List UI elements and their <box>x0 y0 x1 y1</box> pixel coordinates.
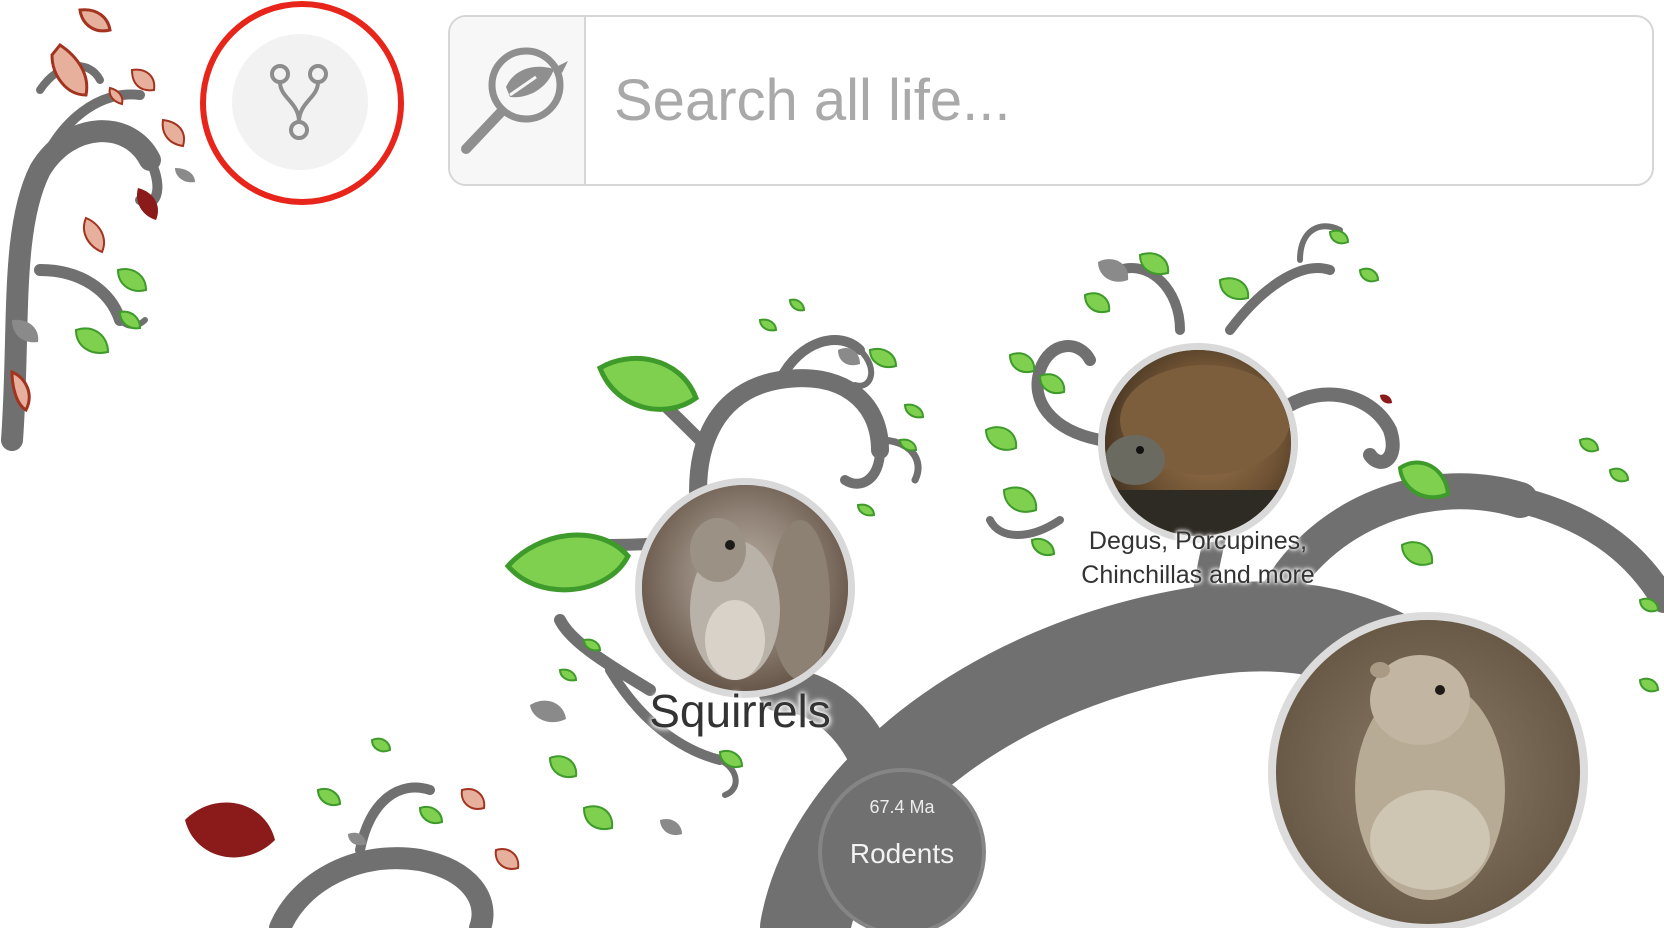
degus-node[interactable] <box>1098 343 1300 550</box>
left-tree-fragment <box>1 62 163 451</box>
search-bar[interactable] <box>448 15 1654 186</box>
leaf-magnifier-icon <box>461 47 568 154</box>
squirrels-node[interactable] <box>635 478 855 698</box>
left-fragment-leaves <box>10 8 195 413</box>
degus-label[interactable]: Degus, Porcupines, Chinchillas and more <box>1048 524 1348 592</box>
rodent-photo-node[interactable] <box>1268 612 1590 928</box>
tree-view-button[interactable] <box>232 34 368 170</box>
search-button[interactable] <box>450 17 586 184</box>
rodents-label[interactable]: Rodents <box>812 838 992 870</box>
search-input[interactable] <box>612 47 1616 154</box>
bottom-left-subtree <box>185 737 520 928</box>
squirrels-label[interactable]: Squirrels <box>640 684 840 738</box>
git-fork-icon <box>270 64 328 140</box>
rodents-age-label: 67.4 Ma <box>869 797 935 817</box>
